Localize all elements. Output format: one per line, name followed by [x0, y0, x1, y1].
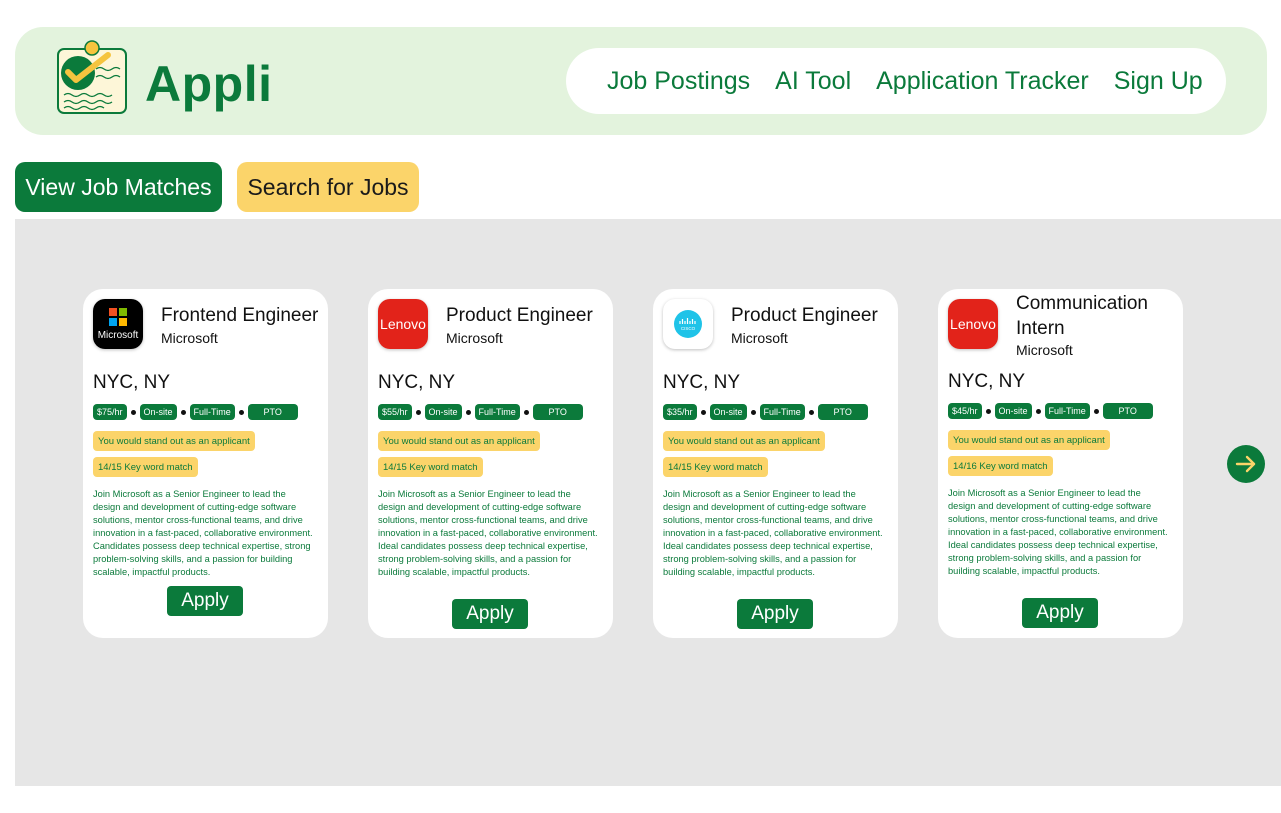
standout-badge: You would stand out as an applicant — [663, 431, 825, 451]
nav-sign-up[interactable]: Sign Up — [1114, 67, 1203, 96]
job-card: Microsoft Frontend Engineer Microsoft NY… — [83, 289, 328, 638]
job-location: NYC, NY — [93, 372, 171, 393]
appli-logo-icon[interactable] — [56, 39, 130, 115]
svg-text:Lenovo: Lenovo — [380, 316, 426, 332]
job-location: NYC, NY — [663, 372, 741, 393]
keyword-match-badge: 14/15 Key word match — [378, 457, 483, 477]
pay-tag: $55/hr — [378, 404, 412, 420]
svg-text:Lenovo: Lenovo — [950, 316, 996, 332]
separator-dot — [808, 409, 814, 415]
job-description: Join Microsoft as a Senior Engineer to l… — [378, 489, 598, 577]
apply-button[interactable]: Apply — [1022, 598, 1098, 628]
view-job-matches-button[interactable]: View Job Matches — [15, 162, 222, 212]
job-location: NYC, NY — [378, 372, 456, 393]
pay-tag: $75/hr — [93, 404, 127, 420]
job-tags: $55/hr On-site Full-Time PTO — [378, 404, 583, 420]
job-tags: $35/hr On-site Full-Time PTO — [663, 404, 868, 420]
location-type-tag: On-site — [994, 403, 1032, 419]
lenovo-logo-icon: Lenovo — [378, 299, 428, 349]
company-name: Microsoft — [731, 330, 788, 346]
location-type-tag: On-site — [139, 404, 177, 420]
job-title: Frontend Engineer — [161, 305, 319, 326]
benefit-tag: PTO — [247, 404, 298, 420]
job-card: CISCO Product Engineer Microsoft NYC, NY… — [653, 289, 898, 638]
location-type-tag: On-site — [424, 404, 462, 420]
microsoft-logo-icon: Microsoft — [93, 299, 143, 349]
search-for-jobs-button[interactable]: Search for Jobs — [237, 162, 419, 212]
job-description: Join Microsoft as a Senior Engineer to l… — [948, 488, 1168, 576]
apply-button[interactable]: Apply — [167, 586, 243, 616]
apply-button[interactable]: Apply — [452, 599, 528, 629]
separator-dot — [415, 409, 421, 415]
job-card: Lenovo Product Engineer Microsoft NYC, N… — [368, 289, 613, 638]
header: Appli Job Postings AI Tool Application T… — [15, 27, 1267, 135]
job-description: Join Microsoft as a Senior Engineer to l… — [663, 489, 883, 577]
job-description: Join Microsoft as a Senior Engineer to l… — [93, 489, 313, 577]
keyword-match-badge: 14/16 Key word match — [948, 456, 1053, 476]
employment-type-tag: Full-Time — [1044, 403, 1090, 419]
separator-dot — [1093, 408, 1099, 414]
separator-dot — [465, 409, 471, 415]
separator-dot — [1035, 408, 1041, 414]
employment-type-tag: Full-Time — [189, 404, 235, 420]
job-location: NYC, NY — [948, 371, 1026, 392]
apply-button[interactable]: Apply — [737, 599, 813, 629]
separator-dot — [130, 409, 136, 415]
company-name: Microsoft — [1016, 342, 1073, 358]
job-title: Product Engineer — [446, 305, 593, 326]
company-name: Microsoft — [446, 330, 503, 346]
benefit-tag: PTO — [532, 404, 583, 420]
nav-application-tracker[interactable]: Application Tracker — [876, 67, 1089, 96]
employment-type-tag: Full-Time — [759, 404, 805, 420]
pay-tag: $35/hr — [663, 404, 697, 420]
keyword-match-badge: 14/15 Key word match — [663, 457, 768, 477]
standout-badge: You would stand out as an applicant — [378, 431, 540, 451]
brand-name[interactable]: Appli — [145, 55, 272, 113]
job-tags: $45/hr On-site Full-Time PTO — [948, 403, 1153, 419]
separator-dot — [523, 409, 529, 415]
standout-badge: You would stand out as an applicant — [93, 431, 255, 451]
svg-text:Microsoft: Microsoft — [98, 330, 139, 341]
benefit-tag: PTO — [817, 404, 868, 420]
company-name: Microsoft — [161, 330, 218, 346]
lenovo-logo-icon: Lenovo — [948, 299, 998, 349]
nav-ai-tool[interactable]: AI Tool — [775, 67, 851, 96]
carousel-next-button[interactable] — [1227, 445, 1265, 483]
svg-text:CISCO: CISCO — [681, 326, 696, 331]
pay-tag: $45/hr — [948, 403, 982, 419]
job-title: Product Engineer — [731, 305, 878, 326]
job-tags: $75/hr On-site Full-Time PTO — [93, 404, 298, 420]
separator-dot — [700, 409, 706, 415]
cisco-logo-icon: CISCO — [663, 299, 713, 349]
job-card: Lenovo Communication Intern Microsoft NY… — [938, 289, 1183, 638]
separator-dot — [180, 409, 186, 415]
employment-type-tag: Full-Time — [474, 404, 520, 420]
separator-dot — [750, 409, 756, 415]
top-nav: Job Postings AI Tool Application Tracker… — [566, 48, 1226, 114]
job-cards-panel: Microsoft Frontend Engineer Microsoft NY… — [15, 219, 1281, 786]
separator-dot — [238, 409, 244, 415]
standout-badge: You would stand out as an applicant — [948, 430, 1110, 450]
nav-job-postings[interactable]: Job Postings — [607, 67, 750, 96]
job-title: Communication Intern — [1016, 293, 1148, 339]
arrow-right-icon — [1235, 455, 1256, 473]
location-type-tag: On-site — [709, 404, 747, 420]
benefit-tag: PTO — [1102, 403, 1153, 419]
keyword-match-badge: 14/15 Key word match — [93, 457, 198, 477]
separator-dot — [985, 408, 991, 414]
